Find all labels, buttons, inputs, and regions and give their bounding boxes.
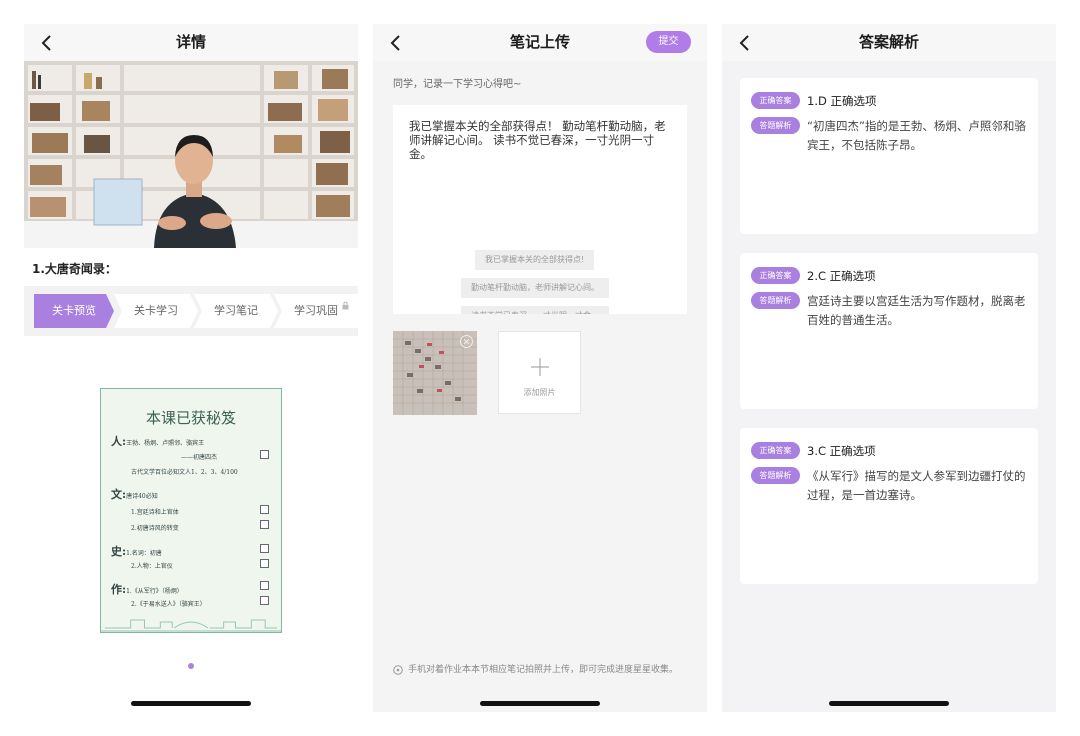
info-icon xyxy=(393,665,403,675)
card-border-ornament xyxy=(101,619,281,632)
note-textarea[interactable]: 我已掌握本关的全部获得点！ 勤动笔杆勤动脑，老师讲解记心间。 读书不觉已春深，一… xyxy=(393,105,687,314)
answers-screen: 答案解析 正确答案 1.D 正确选项 答题解析 “初唐四杰”指的是王勃、杨炯、卢… xyxy=(722,24,1056,712)
card-checkbox[interactable] xyxy=(260,559,269,568)
home-indicator[interactable] xyxy=(480,701,600,706)
tab-study-notes[interactable]: 学习笔记 xyxy=(194,294,278,328)
card-row: 作:1.《从军行》（杨炯） xyxy=(111,583,183,596)
answers-navbar: 答案解析 xyxy=(722,24,1056,61)
notes-prompt: 同学，记录一下学习心得吧~ xyxy=(393,79,522,90)
answer-option: 1.D 正确选项 xyxy=(807,94,877,108)
note-text: 我已掌握本关的全部获得点！ 勤动笔杆勤动脑，老师讲解记心间。 读书不觉已春深，一… xyxy=(409,119,666,161)
uploaded-photo[interactable] xyxy=(393,331,477,415)
video-frame-image xyxy=(24,61,358,248)
tab-level-study[interactable]: 关卡学习 xyxy=(114,294,198,328)
suggestion-chip[interactable]: 勤动笔杆勤动脑，老师讲解记心间。 xyxy=(461,278,609,298)
secret-card: 本课已获秘笈 人:王勃、杨炯、卢照邻、骆宾王 ——初唐四杰 古代文学百位必知文人… xyxy=(100,388,282,633)
notes-screen: 笔记上传 提交 同学，记录一下学习心得吧~ 我已掌握本关的全部获得点！ 勤动笔杆… xyxy=(373,24,707,712)
course-title: 1.大唐奇闻录： xyxy=(32,262,117,276)
explanation-badge: 答题解析 xyxy=(751,117,800,134)
step-label: 关卡预览 xyxy=(52,304,96,317)
remove-photo-icon[interactable] xyxy=(460,335,473,348)
card-checkbox[interactable] xyxy=(260,505,269,514)
home-indicator[interactable] xyxy=(131,701,251,706)
suggestion-chip[interactable]: 读书不觉已春深，一寸光阴一寸金。 xyxy=(461,306,609,314)
upload-tip-text: 手机对着作业本本节相应笔记拍照并上传，即可完成进度星星收集。 xyxy=(408,665,679,675)
detail-screen: 详情 1.大唐奇闻录： 关卡预览 关卡学习 学习笔记 学习巩固 本课已获秘笈 人… xyxy=(24,24,358,712)
answer-card: 正确答案 3.C 正确选项 答题解析 《从军行》描写的是文人参军到边疆打仗的过程… xyxy=(740,428,1038,584)
answer-explanation: “初唐四杰”指的是王勃、杨炯、卢照邻和骆宾王，不包括陈子昂。 xyxy=(807,119,1026,152)
card-row: 史:1.名词：初唐 xyxy=(111,545,162,558)
card-checkbox[interactable] xyxy=(260,450,269,459)
plus-icon xyxy=(531,358,549,376)
page-title: 答案解析 xyxy=(858,33,919,51)
step-label: 学习笔记 xyxy=(214,304,258,317)
correct-answer-badge: 正确答案 xyxy=(751,267,800,284)
detail-navbar: 详情 xyxy=(24,24,358,61)
page-title: 详情 xyxy=(175,33,206,51)
home-indicator[interactable] xyxy=(829,701,949,706)
notes-navbar: 笔记上传 提交 xyxy=(373,24,707,61)
course-video[interactable] xyxy=(24,61,358,248)
answer-option: 2.C 正确选项 xyxy=(807,269,876,283)
explanation-badge: 答题解析 xyxy=(751,467,800,484)
answer-explanation: 《从军行》描写的是文人参军到边疆打仗的过程，是一首边塞诗。 xyxy=(807,469,1026,502)
lock-icon xyxy=(342,301,349,310)
add-photo-label: 添加照片 xyxy=(523,388,556,397)
card-row: 1.宫廷诗和上官体 xyxy=(131,509,179,516)
correct-answer-badge: 正确答案 xyxy=(751,442,800,459)
card-checkbox[interactable] xyxy=(260,544,269,553)
tab-study-review[interactable]: 学习巩固 xyxy=(274,294,358,328)
correct-answer-badge: 正确答案 xyxy=(751,92,800,109)
upload-tip: 手机对着作业本本节相应笔记拍照并上传，即可完成进度星星收集。 xyxy=(393,664,678,676)
card-row: 文:唐诗40必知 xyxy=(111,488,158,501)
answer-option: 3.C 正确选项 xyxy=(807,444,876,458)
card-row: 2.初唐诗风的转变 xyxy=(131,525,179,532)
pager-dot[interactable] xyxy=(188,663,194,669)
tab-level-preview[interactable]: 关卡预览 xyxy=(34,294,114,328)
answer-explanation: 宫廷诗主要以宫廷生活为写作题材，脱离老百姓的普通生活。 xyxy=(807,294,1026,327)
step-tabs: 关卡预览 关卡学习 学习笔记 学习巩固 xyxy=(24,286,358,336)
card-checkbox[interactable] xyxy=(260,596,269,605)
suggestion-chip[interactable]: 我已掌握本关的全部获得点! xyxy=(475,250,595,270)
card-row: 2.人物：上官仪 xyxy=(131,563,173,570)
card-row: ——初唐四杰 xyxy=(181,454,218,461)
card-checkbox[interactable] xyxy=(260,520,269,529)
step-label: 关卡学习 xyxy=(134,304,178,317)
answer-card: 正确答案 1.D 正确选项 答题解析 “初唐四杰”指的是王勃、杨炯、卢照邻和骆宾… xyxy=(740,78,1038,234)
answer-card: 正确答案 2.C 正确选项 答题解析 宫廷诗主要以宫廷生活为写作题材，脱离老百姓… xyxy=(740,253,1038,409)
add-photo-button[interactable]: 添加照片 xyxy=(498,331,581,414)
card-row: 2.《于易水送人》（骆宾王） xyxy=(131,601,206,608)
card-checkbox[interactable] xyxy=(260,581,269,590)
card-title: 本课已获秘笈 xyxy=(145,409,236,427)
submit-button[interactable]: 提交 xyxy=(646,31,691,53)
card-row: 古代文学百位必知文人1、2、3、4/100 xyxy=(131,469,238,476)
card-row: 人:王勃、杨炯、卢照邻、骆宾王 xyxy=(111,435,205,448)
step-label: 学习巩固 xyxy=(294,304,338,317)
explanation-badge: 答题解析 xyxy=(751,292,800,309)
